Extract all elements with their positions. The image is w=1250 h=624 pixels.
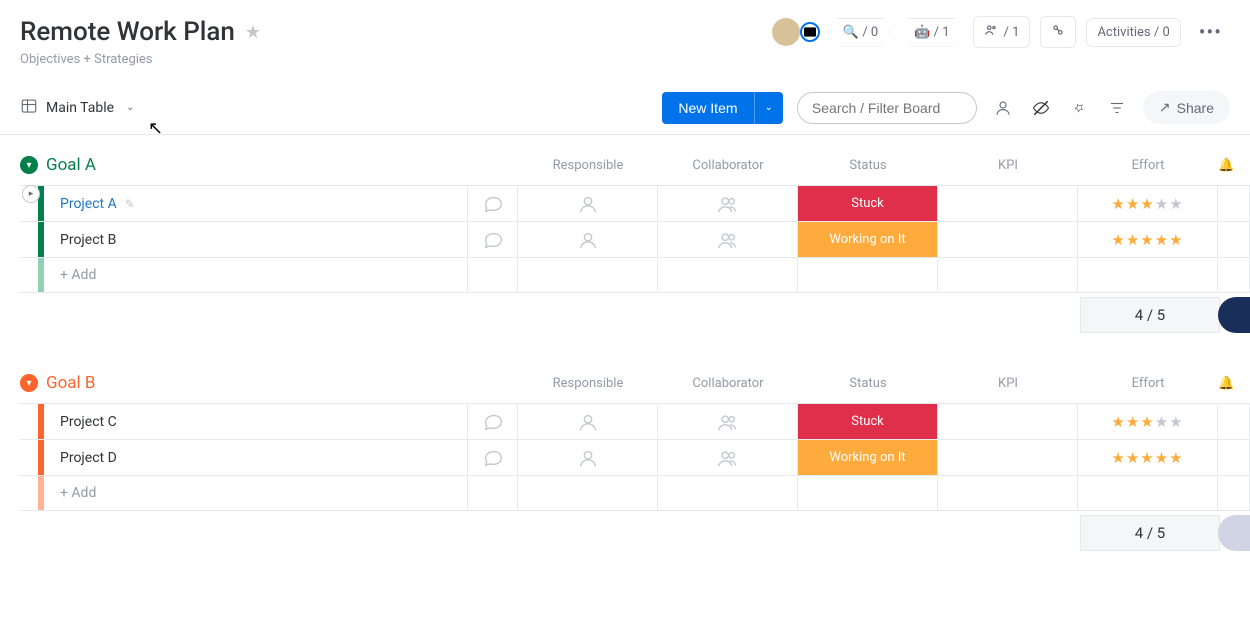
person-filter-icon[interactable] [991,96,1015,120]
effort-summary: 4 / 5 [1080,515,1220,551]
responsible-cell[interactable] [518,186,658,221]
share-button[interactable]: ↗ Share [1143,91,1230,124]
view-name: Main Table [46,100,114,116]
new-item-dropdown[interactable]: ⌄ [754,92,783,124]
row-end-cell [1218,186,1250,221]
automation-icon: 🤖 [914,25,930,40]
table-row: Project D Working on It ★★★★★ [20,439,1250,475]
responsible-cell[interactable] [518,222,658,257]
new-item-button[interactable]: New Item [662,92,753,124]
pin-icon[interactable] [1067,96,1091,120]
column-header-status[interactable]: Status [798,158,938,173]
activities-pill[interactable]: Activities / 0 [1086,18,1180,47]
kpi-cell[interactable] [938,186,1078,221]
status-cell[interactable]: Stuck [798,404,938,439]
search-input[interactable] [797,92,977,124]
status-cell[interactable]: Stuck [798,186,938,221]
chat-icon[interactable] [468,222,518,257]
avatar-badge-icon[interactable] [800,22,820,42]
integrations-pill[interactable]: 🔍 / 0 [830,18,891,47]
more-menu-icon[interactable]: ••• [1191,20,1230,44]
owner-avatar[interactable] [772,18,800,46]
column-header-kpi[interactable]: KPI [938,158,1078,173]
row-name-cell[interactable]: Project B [44,222,468,257]
column-header-collaborator[interactable]: Collaborator [658,158,798,173]
hide-icon[interactable] [1029,96,1053,120]
gear-link-icon [1051,23,1065,41]
chat-icon[interactable] [468,404,518,439]
group-collapse-icon[interactable]: ▾ [20,374,38,392]
integration-count: / 0 [862,25,878,40]
kpi-cell[interactable] [938,222,1078,257]
notification-bell-icon[interactable]: 🔔 [1218,158,1250,173]
row-end-cell [1218,222,1250,257]
members-pill[interactable]: / 1 [973,16,1031,48]
integration-icon: 🔍 [843,25,859,40]
responsible-cell[interactable] [518,404,658,439]
table-row: Project B Working on It ★★★★★ [20,221,1250,257]
effort-cell[interactable]: ★★★★★ [1078,440,1218,475]
row-end-cell [1218,404,1250,439]
collaborator-cell[interactable] [658,222,798,257]
row-name-cell[interactable]: Project C [44,404,468,439]
column-header-responsible[interactable]: Responsible [518,376,658,391]
collaborator-cell[interactable] [658,404,798,439]
chat-icon[interactable] [468,186,518,221]
permissions-pill[interactable] [1040,16,1076,48]
effort-cell[interactable]: ★★★★★ [1078,404,1218,439]
edit-pencil-icon[interactable]: ✎ [125,197,135,211]
row-end-cell [1218,440,1250,475]
kpi-cell[interactable] [938,440,1078,475]
members-icon [984,23,998,41]
row-name-cell[interactable]: Project A✎ [44,186,468,221]
filter-icon[interactable] [1105,96,1129,120]
chevron-down-icon: ⌄ [126,102,134,113]
add-row-label[interactable]: + Add [44,476,468,510]
board-subtitle: Objectives + Strategies [20,52,1230,67]
group-name[interactable]: Goal B [46,373,95,393]
notification-bell-icon[interactable]: 🔔 [1218,376,1250,391]
members-count: / 1 [1004,25,1020,40]
automation-count: / 1 [934,25,950,40]
kpi-cell[interactable] [938,404,1078,439]
automations-pill[interactable]: 🤖 / 1 [901,18,962,47]
effort-cell[interactable]: ★★★★★ [1078,222,1218,257]
row-expand-icon[interactable]: ▸ [22,185,40,203]
effort-cell[interactable]: ★★★★★ [1078,186,1218,221]
summary-end-pill [1218,297,1250,333]
table-row: Project A✎ Stuck ★★★★★ [20,185,1250,221]
column-header-status[interactable]: Status [798,376,938,391]
collaborator-cell[interactable] [658,440,798,475]
summary-end-pill [1218,515,1250,551]
group-name[interactable]: Goal A [46,155,96,175]
share-arrow-icon: ↗ [1159,99,1171,116]
board-title: Remote Work Plan [20,17,235,47]
column-header-effort[interactable]: Effort [1078,158,1218,173]
view-selector[interactable]: Main Table ⌄ [20,97,134,119]
add-row[interactable]: + Add [20,257,1250,293]
status-cell[interactable]: Working on It [798,440,938,475]
table-row: Project C Stuck ★★★★★ [20,403,1250,439]
effort-summary: 4 / 5 [1080,297,1220,333]
column-header-collaborator[interactable]: Collaborator [658,376,798,391]
row-name-cell[interactable]: Project D [44,440,468,475]
collaborator-cell[interactable] [658,186,798,221]
add-row-label[interactable]: + Add [44,258,468,292]
activities-label: Activities / 0 [1097,25,1169,40]
status-cell[interactable]: Working on It [798,222,938,257]
responsible-cell[interactable] [518,440,658,475]
chat-icon[interactable] [468,440,518,475]
favorite-star-icon[interactable]: ★ [245,22,261,43]
share-label: Share [1177,100,1214,116]
column-header-kpi[interactable]: KPI [938,376,1078,391]
column-header-effort[interactable]: Effort [1078,376,1218,391]
group-collapse-icon[interactable]: ▾ [20,156,38,174]
column-header-responsible[interactable]: Responsible [518,158,658,173]
add-row[interactable]: + Add [20,475,1250,511]
table-icon [20,97,38,119]
